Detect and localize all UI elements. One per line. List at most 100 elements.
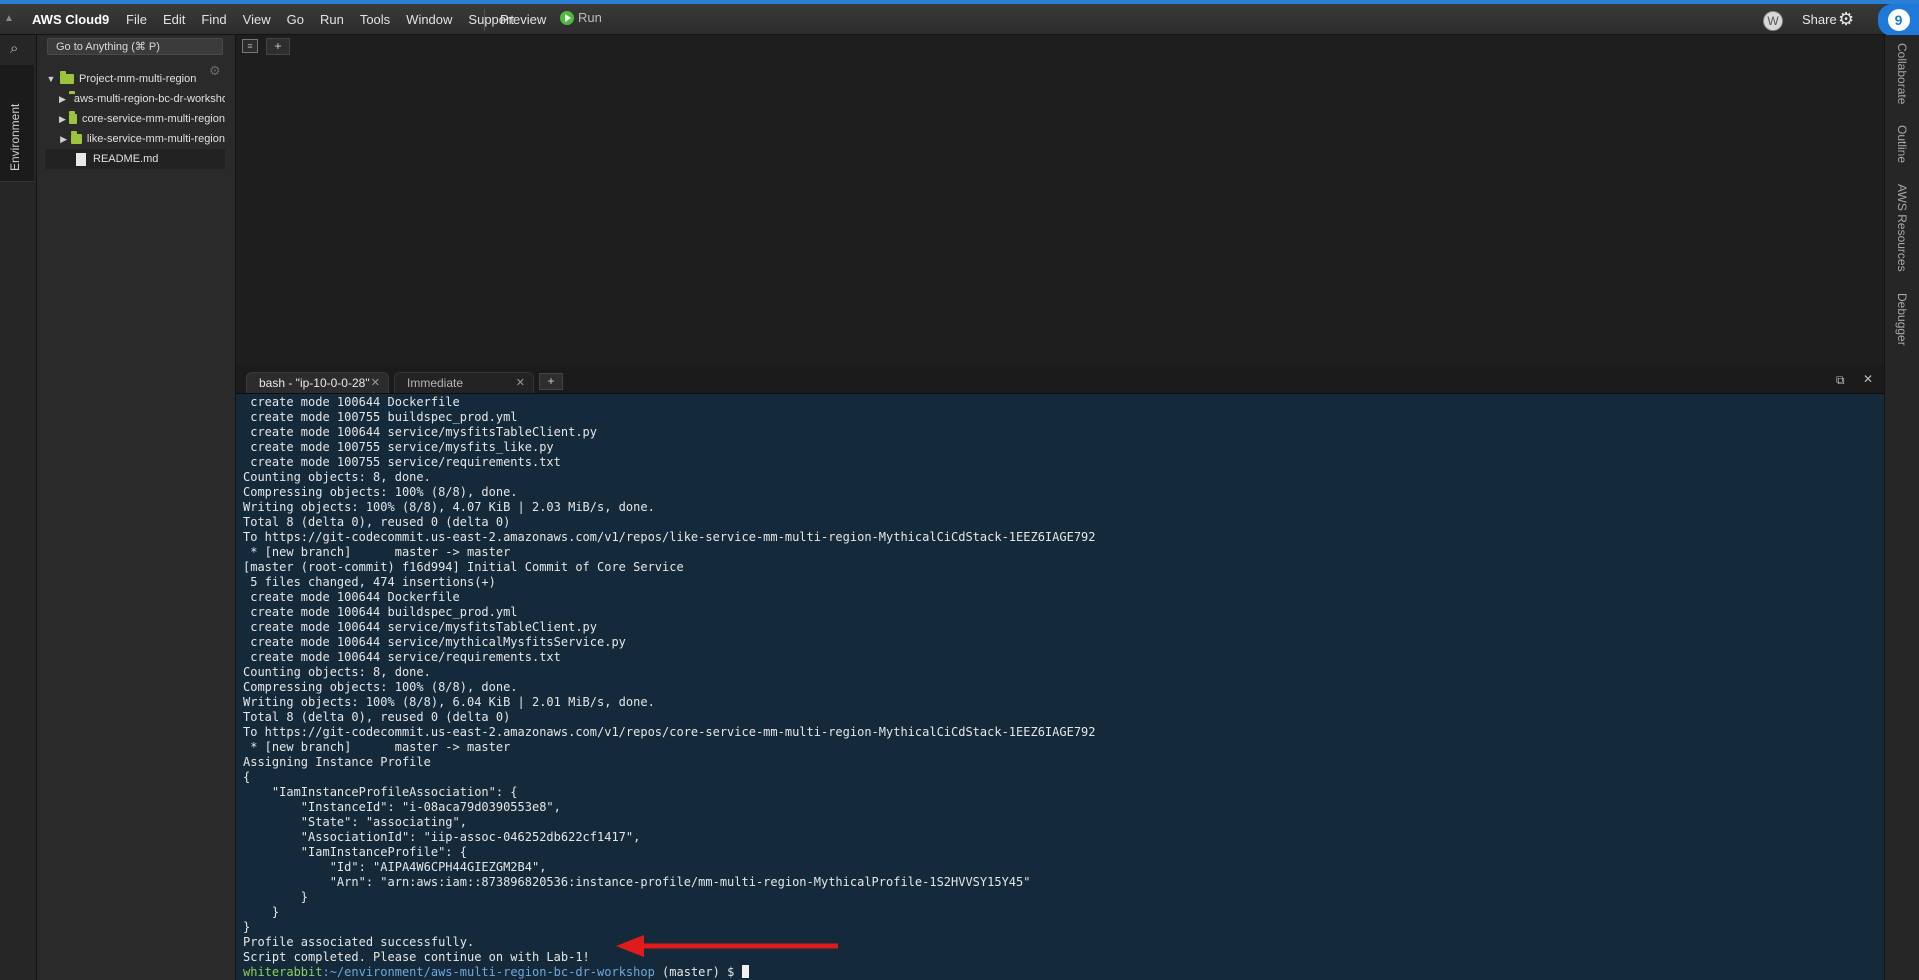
tree-item-label: core-service-mm-multi-region bbox=[81, 113, 225, 125]
terminal-line: Compressing objects: 100% (8/8), done. bbox=[243, 680, 518, 694]
terminal-line: "IamInstanceProfileAssociation": { bbox=[243, 785, 518, 799]
terminal-line: Writing objects: 100% (8/8), 4.07 KiB | … bbox=[243, 500, 655, 514]
preview-button[interactable]: Preview bbox=[500, 12, 546, 27]
file-tree-panel: Go to Anything (⌘ P) ⚙ ▼ Project-mm-mult… bbox=[37, 35, 236, 980]
new-editor-tab-button[interactable]: + bbox=[266, 38, 290, 55]
terminal-line: "Id": "AIPA4W6CPH44GIEZGM2B4", bbox=[243, 860, 547, 874]
terminal-line: Assigning Instance Profile bbox=[243, 755, 431, 769]
prompt-user: whiterabbit bbox=[243, 965, 323, 979]
menu-find[interactable]: Find bbox=[193, 12, 234, 27]
terminal-line: * [new branch] master -> master bbox=[243, 740, 511, 754]
tab-immediate[interactable]: Immediate ✕ bbox=[394, 372, 534, 393]
terminal-line: Counting objects: 8, done. bbox=[243, 470, 431, 484]
collapsed-arrow-icon[interactable]: ▶ bbox=[59, 129, 68, 149]
menu-window[interactable]: Window bbox=[398, 12, 460, 27]
menu-view[interactable]: View bbox=[235, 12, 279, 27]
user-avatar[interactable]: W bbox=[1763, 11, 1783, 31]
close-tab-icon[interactable]: ✕ bbox=[371, 373, 380, 394]
terminal-lines: create mode 100644 Dockerfile create mod… bbox=[243, 395, 1873, 980]
menu-file[interactable]: File bbox=[118, 12, 155, 27]
outline-tab[interactable]: Outline bbox=[1895, 125, 1909, 163]
prompt-branch: (master) $ bbox=[654, 965, 742, 979]
aws-resources-tab[interactable]: AWS Resources bbox=[1895, 184, 1909, 272]
collapsed-arrow-icon[interactable]: ▶ bbox=[59, 89, 66, 109]
terminal-line: create mode 100644 service/mysfitsTableC… bbox=[243, 425, 598, 439]
prompt-path: :~/environment/aws-multi-region-bc-dr-wo… bbox=[322, 965, 655, 979]
tree-folder-core-service[interactable]: ▶ core-service-mm-multi-region bbox=[45, 109, 225, 129]
tree-item-label: like-service-mm-multi-region bbox=[86, 133, 225, 145]
editor-tab-bar: ≡ + bbox=[236, 35, 1884, 57]
tree-file-readme[interactable]: README.md bbox=[45, 149, 225, 169]
tab-bash-terminal[interactable]: bash - "ip-10-0-0-28" ✕ bbox=[246, 372, 389, 393]
expanded-arrow-icon[interactable]: ▼ bbox=[45, 69, 57, 89]
collapsed-arrow-icon[interactable]: ▶ bbox=[59, 109, 66, 129]
terminal-line: Script completed. Please continue on wit… bbox=[243, 950, 590, 964]
debugger-tab[interactable]: Debugger bbox=[1895, 293, 1909, 346]
file-icon bbox=[76, 152, 86, 166]
preferences-gear-icon[interactable]: ⚙ bbox=[1838, 9, 1854, 30]
terminal-cursor bbox=[741, 965, 749, 978]
folder-icon bbox=[71, 131, 82, 144]
menu-bar: ▲ AWS Cloud9 File Edit Find View Go Run … bbox=[0, 4, 1919, 36]
terminal-line: { bbox=[243, 770, 251, 784]
go-to-anything-input[interactable]: Go to Anything (⌘ P) bbox=[47, 38, 223, 55]
terminal-line: Profile associated successfully. bbox=[243, 935, 475, 949]
terminal-line: "InstanceId": "i-08aca79d0390553e8", bbox=[243, 800, 561, 814]
terminal-line: "Arn": "arn:aws:iam::873896820536:instan… bbox=[243, 875, 1031, 889]
run-button[interactable]: Run bbox=[560, 10, 602, 25]
folder-icon bbox=[60, 71, 74, 84]
main-menu: File Edit Find View Go Run Tools Window … bbox=[118, 12, 522, 27]
terminal-line: create mode 100644 service/mythicalMysfi… bbox=[243, 635, 626, 649]
terminal-panel: bash - "ip-10-0-0-28" ✕ Immediate ✕ + ⧉ … bbox=[236, 366, 1884, 980]
tree-root-folder[interactable]: ▼ Project-mm-multi-region bbox=[45, 69, 225, 89]
maximize-panel-icon[interactable]: ⧉ bbox=[1836, 373, 1845, 388]
terminal-line: create mode 100755 service/mysfits_like.… bbox=[243, 440, 554, 454]
menu-edit[interactable]: Edit bbox=[155, 12, 193, 27]
terminal-line: create mode 100755 buildspec_prod.yml bbox=[243, 410, 518, 424]
left-sidebar-strip: ⌕ Environment bbox=[0, 35, 37, 980]
terminal-line: Total 8 (delta 0), reused 0 (delta 0) bbox=[243, 710, 511, 724]
menu-go[interactable]: Go bbox=[279, 12, 312, 27]
menu-tools[interactable]: Tools bbox=[352, 12, 398, 27]
terminal-line: } bbox=[243, 905, 280, 919]
terminal-line: create mode 100644 buildspec_prod.yml bbox=[243, 605, 518, 619]
annotation-arrow-head bbox=[616, 935, 644, 957]
terminal-output[interactable]: create mode 100644 Dockerfile create mod… bbox=[243, 394, 1873, 980]
tab-label: Immediate bbox=[407, 376, 464, 390]
brand-menu[interactable]: AWS Cloud9 bbox=[32, 12, 109, 27]
terminal-line: To https://git-codecommit.us-east-2.amaz… bbox=[243, 530, 1096, 544]
share-button[interactable]: Share bbox=[1802, 12, 1837, 27]
collapse-menu-icon[interactable]: ▲ bbox=[4, 13, 14, 24]
terminal-line: "State": "associating", bbox=[243, 815, 467, 829]
tab-label: bash - "ip-10-0-0-28" bbox=[259, 376, 370, 390]
run-label: Run bbox=[578, 10, 602, 25]
terminal-line: } bbox=[243, 890, 309, 904]
menu-run[interactable]: Run bbox=[312, 12, 352, 27]
terminal-line: * [new branch] master -> master bbox=[243, 545, 511, 559]
new-terminal-tab-button[interactable]: + bbox=[539, 373, 563, 390]
terminal-line: Total 8 (delta 0), reused 0 (delta 0) bbox=[243, 515, 511, 529]
search-icon[interactable]: ⌕ bbox=[10, 40, 18, 57]
tree-folder-like-service[interactable]: ▶ like-service-mm-multi-region bbox=[45, 129, 225, 149]
annotation-arrow bbox=[616, 935, 838, 957]
menu-separator bbox=[484, 9, 485, 31]
right-sidebar-strip: Collaborate Outline AWS Resources Debugg… bbox=[1884, 35, 1919, 980]
terminal-prompt[interactable]: whiterabbit:~/environment/aws-multi-regi… bbox=[243, 965, 1873, 980]
close-panel-icon[interactable]: ✕ bbox=[1863, 372, 1873, 386]
terminal-line: 5 files changed, 474 insertions(+) bbox=[243, 575, 496, 589]
tree-item-label: aws-multi-region-bc-dr-workshop bbox=[73, 93, 225, 105]
terminal-line: create mode 100755 service/requirements.… bbox=[243, 455, 561, 469]
terminal-line: create mode 100644 service/requirements.… bbox=[243, 650, 561, 664]
close-tab-icon[interactable]: ✕ bbox=[516, 373, 525, 394]
terminal-line: Counting objects: 8, done. bbox=[243, 665, 431, 679]
cloud9-notifications-button[interactable]: 9 bbox=[1878, 4, 1919, 36]
terminal-line: "IamInstanceProfile": { bbox=[243, 845, 467, 859]
environment-tab[interactable]: Environment bbox=[0, 65, 34, 182]
tree-folder-aws-multi-region[interactable]: ▶ aws-multi-region-bc-dr-workshop bbox=[45, 89, 225, 109]
terminal-line: Writing objects: 100% (8/8), 6.04 KiB | … bbox=[243, 695, 655, 709]
tab-list-icon[interactable]: ≡ bbox=[242, 39, 258, 53]
terminal-line: "AssociationId": "iip-assoc-046252db622c… bbox=[243, 830, 641, 844]
terminal-line: create mode 100644 service/mysfitsTableC… bbox=[243, 620, 598, 634]
collaborate-tab[interactable]: Collaborate bbox=[1895, 43, 1909, 104]
editor-area[interactable]: ≡ + bbox=[236, 35, 1884, 365]
